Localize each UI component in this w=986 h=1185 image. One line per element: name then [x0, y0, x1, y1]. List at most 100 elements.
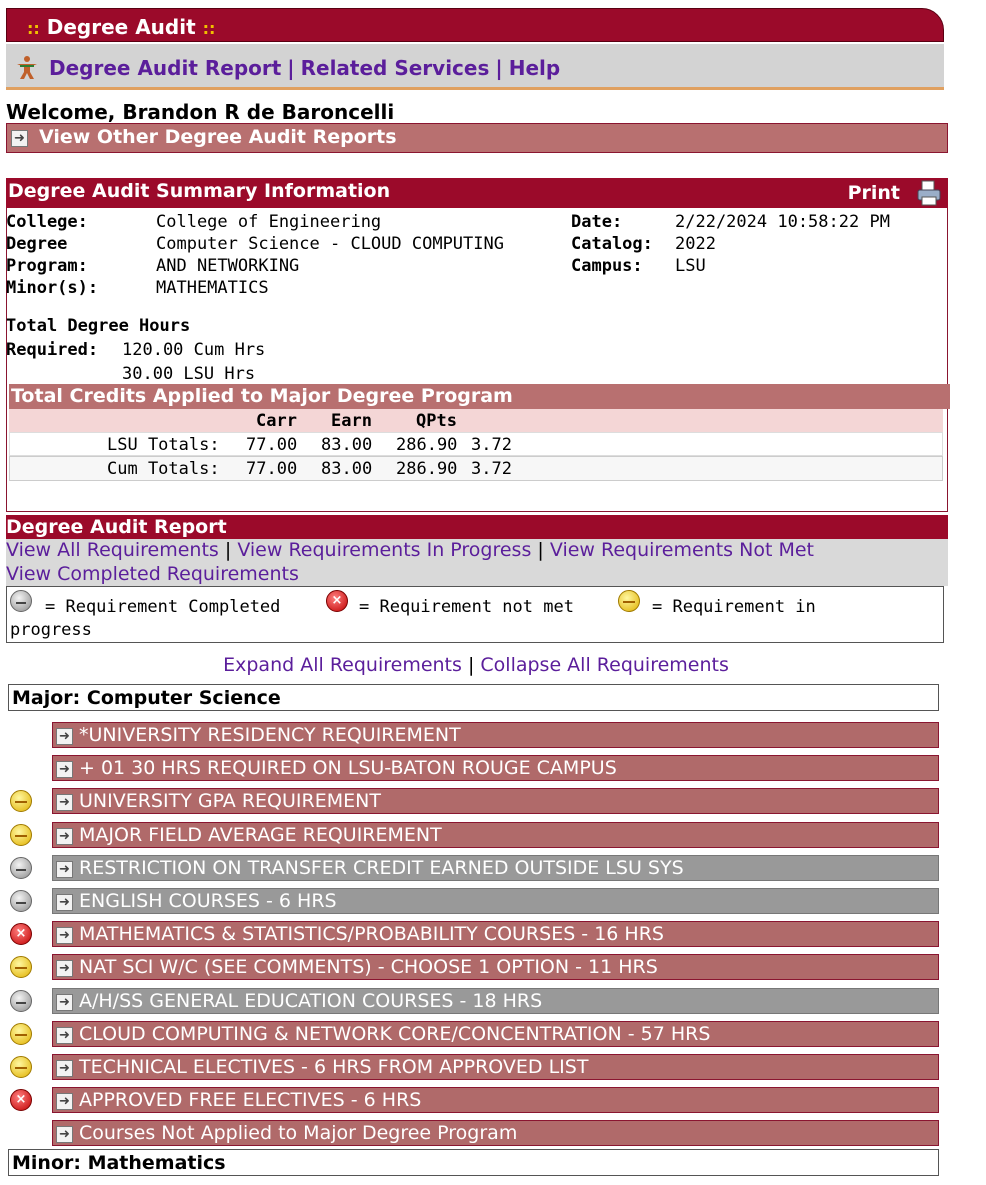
row-earn: 83.00	[321, 459, 373, 479]
row-qpts: 286.90	[396, 459, 458, 479]
requirement-row[interactable]: ➜ APPROVED FREE ELECTIVES - 6 HRS	[52, 1087, 939, 1113]
in-progress-status-icon	[618, 590, 640, 612]
requirement-row[interactable]: ➜ TECHNICAL ELECTIVES - 6 HRS FROM APPROV…	[52, 1054, 939, 1080]
print-link[interactable]: Print	[848, 182, 900, 204]
requirement-row[interactable]: ➜ A/H/SS GENERAL EDUCATION COURSES - 18 H…	[52, 988, 939, 1014]
filter-not-met[interactable]: View Requirements Not Met	[550, 539, 814, 561]
col-earn: Earn	[331, 411, 372, 431]
not-met-status-icon: ×	[10, 1089, 32, 1111]
nav-help[interactable]: Help	[509, 56, 560, 80]
legend-completed: = Requirement Completed	[45, 597, 281, 617]
completed-status-icon	[10, 590, 32, 612]
arrow-right-icon: ➜	[56, 1126, 73, 1143]
requirement-row[interactable]: ➜ MAJOR FIELD AVERAGE REQUIREMENT	[52, 822, 939, 848]
requirement-row[interactable]: ➜ UNIVERSITY GPA REQUIREMENT	[52, 788, 939, 814]
requirement-label[interactable]: Courses Not Applied to Major Degree Prog…	[79, 1122, 517, 1144]
program-label: Program:	[6, 256, 88, 276]
campus-label: Campus:	[571, 256, 643, 276]
requirement-row[interactable]: ➜ RESTRICTION ON TRANSFER CREDIT EARNED O…	[52, 855, 939, 881]
page-title-bar: :: Degree Audit ::	[6, 8, 944, 42]
view-other-reports-bar[interactable]: ➜ View Other Degree Audit Reports	[6, 123, 948, 153]
requirement-row[interactable]: ➜ Courses Not Applied to Major Degree Pr…	[52, 1120, 939, 1146]
in-progress-status-icon	[10, 790, 32, 812]
view-other-reports-link[interactable]: View Other Degree Audit Reports	[39, 126, 397, 148]
requirement-row[interactable]: ➜ CLOUD COMPUTING & NETWORK CORE/CONCENTR…	[52, 1021, 939, 1047]
legend-not-met: = Requirement not met	[359, 597, 574, 617]
requirement-label[interactable]: ENGLISH COURSES - 6 HRS	[79, 890, 337, 912]
requirement-row[interactable]: ➜ NAT SCI W/C (SEE COMMENTS) - CHOOSE 1 O…	[52, 954, 939, 980]
college-label: College:	[6, 212, 88, 232]
requirement-label[interactable]: MATHEMATICS & STATISTICS/PROBABILITY COU…	[79, 923, 664, 945]
minor-label: Minor(s):	[6, 278, 99, 298]
minor-value: MATHEMATICS	[156, 278, 269, 298]
nav-degree-audit-report[interactable]: Degree Audit Report	[49, 56, 281, 80]
requirement-row[interactable]: ➜ MATHEMATICS & STATISTICS/PROBABILITY CO…	[52, 921, 939, 947]
page-title: Degree Audit	[46, 15, 196, 39]
degree-label: Degree	[6, 234, 68, 254]
filter-separator: |	[537, 539, 544, 561]
nav-bar: Degree Audit Report | Related Services | Hel…	[6, 44, 944, 90]
requirement-row[interactable]: ➜ + 01 30 HRS REQUIRED ON LSU-BATON ROUG…	[52, 755, 939, 781]
arrow-right-icon: ➜	[56, 994, 73, 1011]
not-met-status-icon: ×	[326, 590, 348, 612]
arrow-right-icon: ➜	[56, 1060, 73, 1077]
summary-title: Degree Audit Summary Information	[8, 180, 391, 202]
filter-separator: |	[224, 539, 232, 561]
in-progress-status-icon	[10, 956, 32, 978]
minor-title: Minor: Mathematics	[12, 1152, 226, 1174]
nav-separator: |	[495, 56, 503, 80]
filter-all[interactable]: View All Requirements	[6, 539, 219, 561]
requirement-label[interactable]: RESTRICTION ON TRANSFER CREDIT EARNED OU…	[79, 857, 684, 879]
report-title: Degree Audit Report	[6, 516, 227, 538]
major-title: Major: Computer Science	[12, 687, 281, 709]
row-gpa: 3.72	[471, 459, 512, 479]
expand-separator: |	[467, 654, 475, 676]
requirement-label[interactable]: TECHNICAL ELECTIVES - 6 HRS FROM APPROVE…	[79, 1056, 588, 1078]
arrow-right-icon: ➜	[11, 130, 28, 147]
date-value: 2/22/2024 10:58:22 PM	[675, 212, 890, 232]
campus-value: LSU	[675, 256, 706, 276]
nav-related-services[interactable]: Related Services	[301, 56, 490, 80]
in-progress-status-icon	[10, 1056, 32, 1078]
major-section-header: Major: Computer Science	[8, 684, 939, 711]
legend-in-progress: = Requirement in	[652, 597, 816, 617]
requirement-label[interactable]: APPROVED FREE ELECTIVES - 6 HRS	[79, 1089, 421, 1111]
col-carr: Carr	[256, 411, 297, 431]
expand-all-link[interactable]: Expand All Requirements	[223, 654, 462, 676]
printer-icon[interactable]	[916, 180, 942, 206]
status-legend: = Requirement Completed × = Requirement …	[6, 586, 944, 643]
collapse-all-link[interactable]: Collapse All Requirements	[480, 654, 728, 676]
requirement-row[interactable]: ➜ ENGLISH COURSES - 6 HRS	[52, 888, 939, 914]
credits-title: Total Credits Applied to Major Degree Pr…	[11, 385, 513, 407]
requirement-label[interactable]: + 01 30 HRS REQUIRED ON LSU-BATON ROUGE …	[79, 757, 617, 779]
row-earn: 83.00	[321, 435, 373, 455]
requirement-row[interactable]: ➜ *UNIVERSITY RESIDENCY REQUIREMENT	[52, 722, 939, 748]
requirement-label[interactable]: *UNIVERSITY RESIDENCY REQUIREMENT	[79, 724, 461, 746]
requirement-label[interactable]: A/H/SS GENERAL EDUCATION COURSES - 18 HR…	[79, 990, 542, 1012]
requirement-label[interactable]: NAT SCI W/C (SEE COMMENTS) - CHOOSE 1 OP…	[79, 956, 658, 978]
catalog-value: 2022	[675, 234, 716, 254]
arrow-right-icon: ➜	[56, 794, 73, 811]
requirement-label[interactable]: MAJOR FIELD AVERAGE REQUIREMENT	[79, 824, 442, 846]
row-carr: 77.00	[246, 435, 298, 455]
table-row: Cum Totals: 77.00 83.00 286.90 3.72	[9, 456, 943, 481]
row-gpa: 3.72	[471, 435, 512, 455]
hours-label: Total Degree Hours	[6, 316, 191, 336]
filter-completed[interactable]: View Completed Requirements	[6, 563, 299, 585]
degree-value: Computer Science - CLOUD COMPUTING	[156, 234, 504, 254]
report-filters: View All Requirements | View Requirement…	[6, 539, 948, 586]
in-progress-status-icon	[10, 824, 32, 846]
catalog-label: Catalog:	[571, 234, 653, 254]
requirement-label[interactable]: CLOUD COMPUTING & NETWORK CORE/CONCENTRA…	[79, 1023, 710, 1045]
row-label: Cum Totals:	[107, 459, 220, 479]
requirement-label[interactable]: UNIVERSITY GPA REQUIREMENT	[79, 790, 381, 812]
filter-in-progress[interactable]: View Requirements In Progress	[237, 539, 531, 561]
hours-lsu: 30.00 LSU Hrs	[122, 364, 256, 384]
minor-section-header: Minor: Mathematics	[8, 1149, 939, 1176]
expand-collapse-links: Expand All Requirements | Collapse All R…	[0, 654, 952, 676]
arrow-right-icon: ➜	[56, 927, 73, 944]
arrow-right-icon: ➜	[56, 894, 73, 911]
arrow-right-icon: ➜	[56, 828, 73, 845]
summary-header: Degree Audit Summary Information Print	[6, 178, 948, 208]
row-qpts: 286.90	[396, 435, 458, 455]
